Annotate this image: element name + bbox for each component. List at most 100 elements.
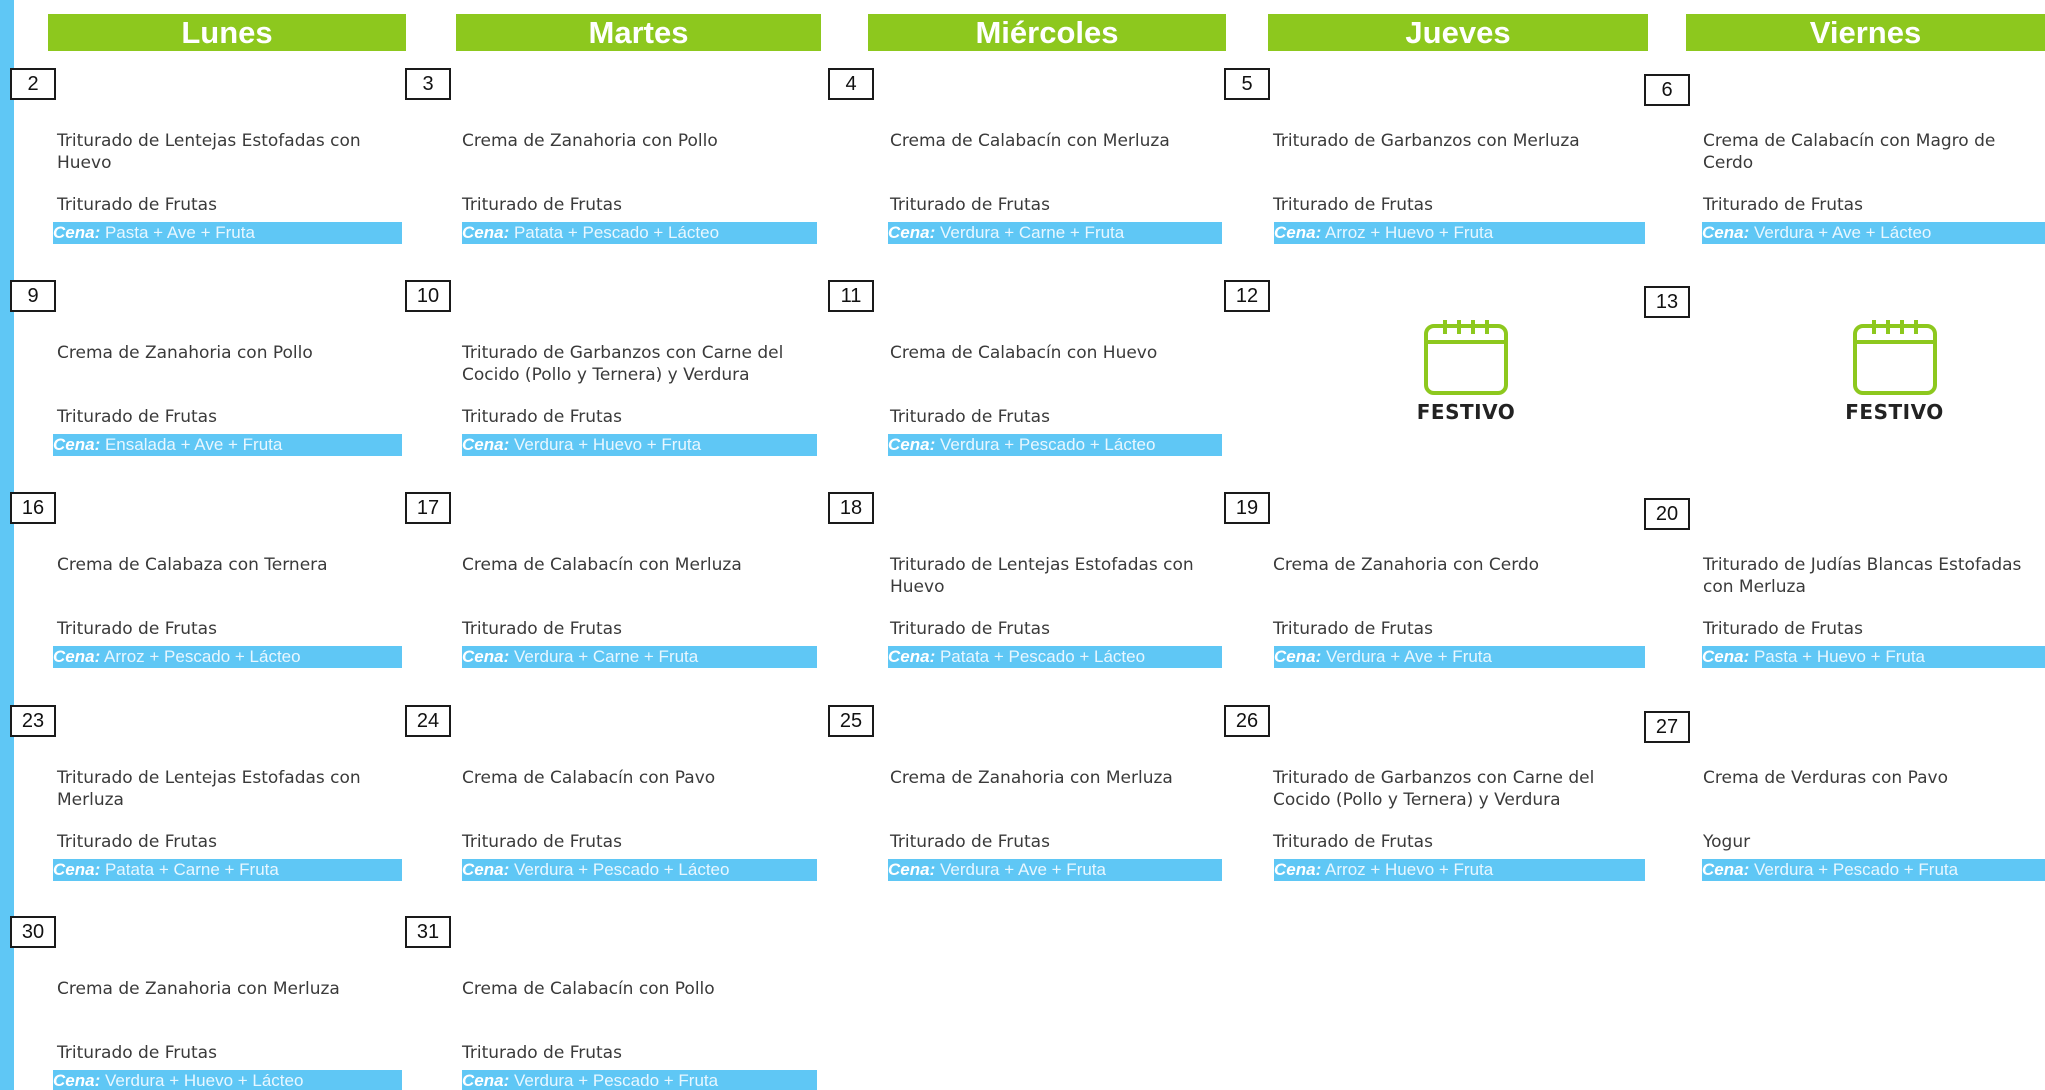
- calendar-icon: [1852, 320, 1937, 395]
- dinner-label: Cena:: [462, 647, 510, 666]
- dinner-bar: Cena: Verdura + Ave + Fruta: [888, 859, 1222, 881]
- dinner-label: Cena:: [888, 647, 936, 666]
- dinner-bar: Cena: Verdura + Huevo + Lácteo: [53, 1070, 402, 1090]
- dessert: Triturado de Frutas: [1273, 832, 1433, 852]
- date-number: 5: [1224, 68, 1270, 100]
- main-dish: Crema de Calabacín con Merluza: [462, 555, 742, 575]
- dinner-label: Cena:: [462, 223, 510, 242]
- main-dish: Crema de Calabacín con Merluza: [890, 131, 1170, 151]
- dinner-label: Cena:: [53, 860, 101, 879]
- dinner-label: Cena:: [53, 223, 101, 242]
- dinner-label: Cena:: [888, 435, 936, 454]
- main-dish: Crema de Calabacín con Huevo: [890, 343, 1158, 363]
- festivo-label: FESTIVO: [1416, 400, 1516, 424]
- dinner-label: Cena:: [1274, 647, 1322, 666]
- main-dish: Crema de Calabaza con Ternera: [57, 555, 328, 575]
- dinner-value: Verdura + Ave + Fruta: [1325, 647, 1492, 666]
- dinner-bar: Cena: Verdura + Carne + Fruta: [462, 646, 817, 668]
- date-number: 13: [1644, 286, 1690, 318]
- date-number: 26: [1224, 705, 1270, 737]
- dinner-bar: Cena: Arroz + Pescado + Lácteo: [53, 646, 402, 668]
- day-header-2: Miércoles: [868, 14, 1226, 51]
- dinner-value: Verdura + Carne + Fruta: [939, 223, 1125, 242]
- main-dish: Crema de Zanahoria con Cerdo: [1273, 555, 1540, 575]
- festivo-holiday: FESTIVO: [1406, 318, 1526, 424]
- dinner-bar: Cena: Pasta + Huevo + Fruta: [1702, 646, 2045, 668]
- dinner-label: Cena:: [1702, 647, 1750, 666]
- main-dish: Crema de Calabacín con Pollo: [462, 979, 715, 999]
- dinner-value: Verdura + Huevo + Fruta: [513, 435, 702, 454]
- date-number: 23: [10, 705, 56, 737]
- dinner-bar: Cena: Arroz + Huevo + Fruta: [1274, 859, 1645, 881]
- day-header-3: Jueves: [1268, 14, 1648, 51]
- dessert: Triturado de Frutas: [57, 1043, 217, 1063]
- dinner-label: Cena:: [888, 223, 936, 242]
- date-number: 27: [1644, 711, 1690, 743]
- dinner-bar: Cena: Verdura + Ave + Fruta: [1274, 646, 1645, 668]
- main-dish: Crema de Zanahoria con Merluza: [890, 768, 1173, 788]
- dinner-value: Patata + Pescado + Lácteo: [939, 647, 1146, 666]
- dinner-bar: Cena: Arroz + Huevo + Fruta: [1274, 222, 1645, 244]
- dessert: Triturado de Frutas: [890, 195, 1050, 215]
- dinner-label: Cena:: [888, 860, 936, 879]
- dinner-label: Cena:: [1702, 223, 1750, 242]
- dinner-value: Verdura + Ave + Fruta: [939, 860, 1106, 879]
- dinner-value: Verdura + Pescado + Lácteo: [513, 860, 730, 879]
- dinner-value: Verdura + Pescado + Lácteo: [939, 435, 1156, 454]
- date-number: 17: [405, 492, 451, 524]
- dinner-value: Arroz + Pescado + Lácteo: [104, 647, 301, 666]
- dessert: Triturado de Frutas: [462, 407, 622, 427]
- dinner-bar: Cena: Verdura + Ave + Lácteo: [1702, 222, 2045, 244]
- date-number: 3: [405, 68, 451, 100]
- date-number: 6: [1644, 74, 1690, 106]
- date-number: 16: [10, 492, 56, 524]
- dessert: Triturado de Frutas: [890, 619, 1050, 639]
- dinner-bar: Cena: Patata + Pescado + Lácteo: [888, 646, 1222, 668]
- date-number: 2: [10, 68, 56, 100]
- main-dish: Crema de Calabacín con Magro de Cerdo: [1703, 131, 1996, 173]
- dessert: Triturado de Frutas: [1273, 619, 1433, 639]
- day-header-0: Lunes: [48, 14, 406, 51]
- dinner-value: Ensalada + Ave + Fruta: [104, 435, 283, 454]
- day-header-4: Viernes: [1686, 14, 2045, 51]
- dinner-value: Patata + Pescado + Lácteo: [513, 223, 720, 242]
- dinner-value: Verdura + Pescado + Fruta: [513, 1071, 719, 1090]
- dessert: Triturado de Frutas: [462, 619, 622, 639]
- dinner-bar: Cena: Patata + Pescado + Lácteo: [462, 222, 817, 244]
- dinner-label: Cena:: [462, 860, 510, 879]
- dinner-label: Cena:: [1702, 860, 1750, 879]
- date-number: 25: [828, 705, 874, 737]
- date-number: 9: [10, 280, 56, 312]
- dinner-value: Verdura + Huevo + Lácteo: [104, 1071, 304, 1090]
- day-header-1: Martes: [456, 14, 821, 51]
- main-dish: Crema de Verduras con Pavo: [1703, 768, 1948, 788]
- dinner-bar: Cena: Verdura + Huevo + Fruta: [462, 434, 817, 456]
- dinner-bar: Cena: Ensalada + Ave + Fruta: [53, 434, 402, 456]
- main-dish: Crema de Zanahoria con Pollo: [57, 343, 313, 363]
- main-dish: Crema de Zanahoria con Pollo: [462, 131, 718, 151]
- dinner-label: Cena:: [53, 647, 101, 666]
- dinner-value: Arroz + Huevo + Fruta: [1325, 223, 1494, 242]
- dinner-bar: Cena: Pasta + Ave + Fruta: [53, 222, 402, 244]
- date-number: 19: [1224, 492, 1270, 524]
- dinner-bar: Cena: Verdura + Carne + Fruta: [888, 222, 1222, 244]
- dinner-bar: Cena: Verdura + Pescado + Lácteo: [888, 434, 1222, 456]
- dinner-value: Verdura + Pescado + Fruta: [1753, 860, 1959, 879]
- dinner-bar: Cena: Verdura + Pescado + Fruta: [462, 1070, 817, 1090]
- dinner-label: Cena:: [1274, 860, 1322, 879]
- dinner-label: Cena:: [53, 435, 101, 454]
- main-dish: Triturado de Garbanzos con Carne del Coc…: [1273, 768, 1595, 810]
- festivo-holiday: FESTIVO: [1835, 318, 1955, 424]
- dessert: Triturado de Frutas: [462, 1043, 622, 1063]
- dinner-bar: Cena: Patata + Carne + Fruta: [53, 859, 402, 881]
- date-number: 24: [405, 705, 451, 737]
- dessert: Triturado de Frutas: [890, 832, 1050, 852]
- dinner-label: Cena:: [1274, 223, 1322, 242]
- dessert: Triturado de Frutas: [1273, 195, 1433, 215]
- main-dish: Crema de Calabacín con Pavo: [462, 768, 716, 788]
- main-dish: Triturado de Lentejas Estofadas con Huev…: [57, 131, 361, 173]
- dinner-label: Cena:: [462, 435, 510, 454]
- main-dish: Crema de Zanahoria con Merluza: [57, 979, 340, 999]
- calendar-icon: [1424, 320, 1508, 395]
- dessert: Triturado de Frutas: [57, 832, 217, 852]
